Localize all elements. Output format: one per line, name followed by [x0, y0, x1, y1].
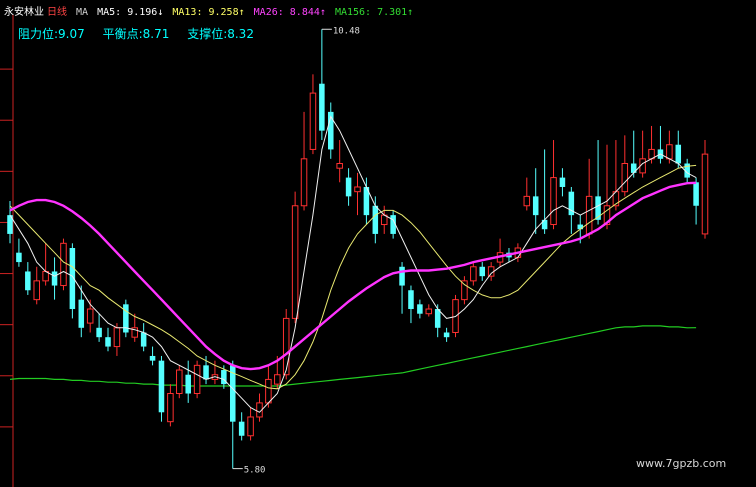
candle-body	[577, 224, 584, 230]
candle-body	[78, 299, 85, 328]
period-label[interactable]: 日线	[47, 7, 67, 18]
ma13-line	[9, 164, 697, 390]
candle-body	[585, 195, 593, 235]
candle-body	[86, 308, 94, 324]
candle-body	[675, 144, 682, 164]
candle-body	[434, 309, 441, 328]
chart-header: 永安林业 日线 MA MA5: 9.196↓ MA13: 9.258↑ MA26:…	[4, 3, 416, 18]
candle-body	[25, 271, 31, 291]
candle-body	[532, 196, 539, 216]
candle-body	[274, 374, 281, 385]
watermark: www.7gpzb.com	[636, 457, 727, 470]
candle-body	[51, 271, 58, 286]
candle-body	[621, 163, 629, 193]
candle-body	[140, 332, 147, 347]
candlestick-chart: 10.48 5.80	[0, 15, 709, 487]
candle-body	[319, 83, 325, 131]
candle-body	[185, 374, 191, 394]
candle-body	[372, 205, 379, 234]
candle-body	[461, 280, 468, 301]
candle-body	[238, 421, 245, 436]
candle-body	[693, 182, 699, 206]
balance-level: 平衡点:8.71	[102, 27, 170, 41]
candle-body	[559, 177, 566, 187]
candle-body	[336, 163, 343, 169]
candle-body	[701, 153, 709, 235]
candle-body	[265, 378, 272, 404]
candle-body	[417, 304, 423, 314]
candle-body	[203, 365, 209, 380]
candle-body	[149, 355, 156, 361]
candle-body	[60, 242, 67, 287]
low-label: 5.80	[244, 466, 266, 476]
candle-body	[105, 337, 111, 347]
candle-body	[479, 266, 486, 277]
ma156-value: MA156: 7.301↑	[334, 7, 414, 18]
candle-body	[595, 196, 601, 220]
stock-name: 永安林业	[4, 7, 44, 18]
candle-body	[16, 252, 22, 263]
ma5-line	[9, 115, 697, 413]
ma5-value: MA5: 9.196↓	[97, 7, 164, 18]
candle-body	[309, 92, 317, 150]
candle-body	[345, 177, 352, 197]
resistance-level: 阻力位:9.07	[18, 27, 85, 41]
candle-body	[399, 266, 405, 286]
support-level: 支撑位:8.32	[187, 27, 254, 41]
ma26-value: MA26: 8.844↑	[253, 7, 326, 18]
candle-body	[96, 327, 102, 338]
candle-body	[408, 290, 414, 310]
ma26-line	[9, 181, 697, 371]
candle-body	[176, 369, 183, 395]
candle-body	[523, 195, 531, 207]
high-label: 10.48	[333, 26, 360, 36]
candle-body	[354, 186, 361, 193]
candle-body	[443, 332, 450, 338]
candle-body	[33, 280, 40, 301]
ma-label: MA	[76, 7, 89, 18]
level-readout: 阻力位:9.07 平衡点:8.71 支撑位:8.32	[18, 25, 268, 42]
candle-body	[167, 393, 174, 423]
candle-body	[666, 144, 673, 160]
candle-body	[425, 308, 433, 315]
candle-body	[291, 205, 299, 319]
candle-body	[113, 327, 121, 348]
candle-body	[247, 416, 254, 437]
candle-body	[193, 364, 201, 395]
candle-body	[470, 266, 477, 282]
candle-body	[282, 317, 290, 376]
ma156-line	[9, 325, 697, 387]
candle-body	[158, 360, 165, 413]
candle-body	[300, 158, 308, 207]
ma13-value: MA13: 9.258↑	[172, 7, 245, 18]
candle-body	[550, 177, 557, 226]
